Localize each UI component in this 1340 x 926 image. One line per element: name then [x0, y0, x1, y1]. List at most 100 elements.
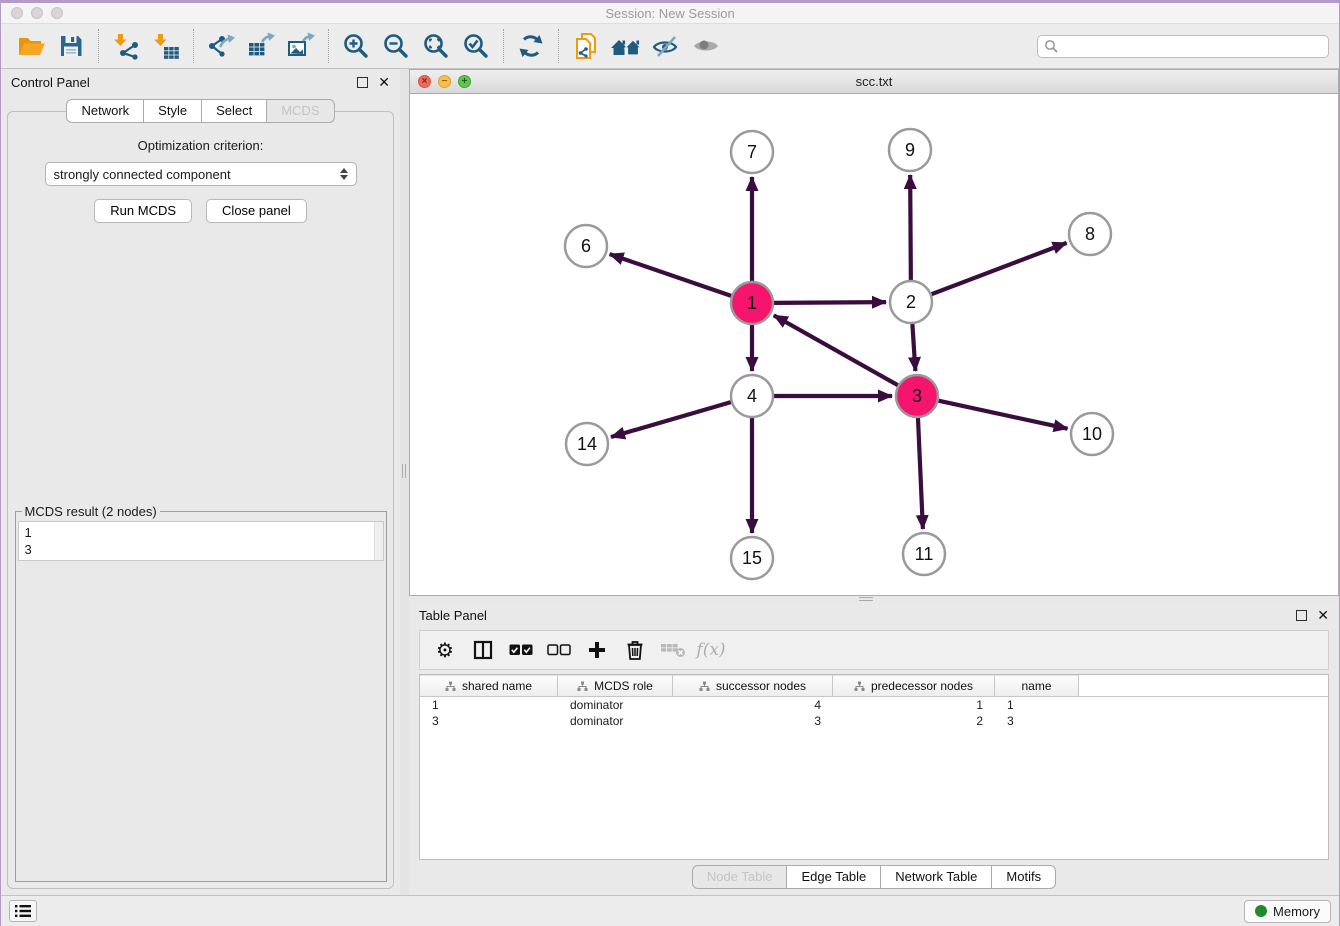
table-cell[interactable]: 1 — [420, 698, 558, 712]
refresh-view-button[interactable] — [511, 29, 551, 63]
float-table-panel-icon[interactable] — [1296, 610, 1307, 621]
deselect-all-rows-button[interactable] — [542, 635, 576, 665]
panel-splitter-vertical[interactable] — [400, 69, 409, 895]
graph-edge-3-11[interactable] — [918, 418, 923, 529]
tab-select[interactable]: Select — [201, 99, 267, 123]
table-header-row: shared name MCDS role successor nodesprede… — [420, 675, 1328, 697]
memory-button[interactable]: Memory — [1244, 900, 1331, 923]
tab-network-table[interactable]: Network Table — [880, 865, 992, 889]
tab-node-table[interactable]: Node Table — [692, 865, 788, 889]
show-all-button[interactable] — [686, 29, 726, 63]
copy-network-button[interactable] — [566, 29, 606, 63]
column-header-label: MCDS role — [594, 679, 653, 693]
graph-node-label: 3 — [912, 386, 922, 406]
search-input[interactable] — [1062, 39, 1322, 53]
graph-node-1[interactable]: 1 — [731, 282, 773, 324]
result-scrollbar[interactable] — [374, 522, 383, 560]
graph-edge-1-2[interactable] — [774, 302, 886, 303]
tab-network[interactable]: Network — [66, 99, 144, 123]
column-header-predecessor-nodes[interactable]: predecessor nodes — [833, 675, 995, 696]
import-table-button[interactable] — [146, 29, 186, 63]
panel-splitter-horizontal[interactable] — [409, 596, 1339, 602]
graph-node-4[interactable]: 4 — [731, 375, 773, 417]
network-canvas[interactable]: 7 9 6 8 1 2 4 3 14 10 15 11 — [410, 94, 1338, 595]
search-box[interactable] — [1037, 35, 1329, 58]
table-cell[interactable]: 1 — [995, 698, 1079, 712]
table-cell[interactable]: 4 — [673, 698, 833, 712]
table-settings-button[interactable]: ⚙ — [428, 635, 462, 665]
select-all-rows-button[interactable] — [504, 635, 538, 665]
table-cell[interactable]: 1 — [833, 698, 995, 712]
network-window-titlebar[interactable]: × − + scc.txt — [410, 70, 1338, 94]
table-cell[interactable]: dominator — [558, 714, 673, 728]
list-icon — [14, 904, 32, 918]
mcds-result-values: 1 3 — [19, 522, 383, 560]
graph-node-9[interactable]: 9 — [889, 129, 931, 171]
table-row[interactable]: 1dominator411 — [420, 697, 1328, 713]
zoom-selected-button[interactable] — [456, 29, 496, 63]
hide-selected-button[interactable] — [646, 29, 686, 63]
table-cell[interactable]: 3 — [995, 714, 1079, 728]
graph-edge-2-8[interactable] — [932, 243, 1067, 294]
graph-edge-4-14[interactable] — [611, 402, 731, 437]
run-mcds-button[interactable]: Run MCDS — [94, 199, 192, 223]
column-header-shared-name[interactable]: shared name — [420, 675, 558, 696]
table-cell[interactable]: dominator — [558, 698, 673, 712]
graph-node-label: 15 — [742, 548, 762, 568]
graph-edge-1-6[interactable] — [610, 254, 732, 296]
table-body: 1dominator4113dominator323 — [420, 697, 1328, 729]
table-row[interactable]: 3dominator323 — [420, 713, 1328, 729]
save-session-button[interactable] — [51, 29, 91, 63]
delete-columns-button[interactable] — [618, 635, 652, 665]
export-network-button[interactable] — [201, 29, 241, 63]
zoom-fit-button[interactable] — [416, 29, 456, 63]
close-panel-button[interactable]: Close panel — [206, 199, 307, 223]
table-cell[interactable]: 3 — [420, 714, 558, 728]
function-builder-button[interactable]: f(x) — [694, 635, 728, 665]
graph-node-3[interactable]: 3 — [896, 375, 938, 417]
column-header-successor-nodes[interactable]: successor nodes — [673, 675, 833, 696]
import-network-button[interactable] — [106, 29, 146, 63]
graph-node-6[interactable]: 6 — [565, 225, 607, 267]
graph-node-8[interactable]: 8 — [1069, 213, 1111, 255]
column-header-MCDS-role[interactable]: MCDS role — [558, 675, 673, 696]
graph-edge-3-1[interactable] — [774, 315, 898, 385]
table-cell[interactable]: 3 — [673, 714, 833, 728]
tab-mcds[interactable]: MCDS — [266, 99, 334, 123]
tab-motifs[interactable]: Motifs — [991, 865, 1056, 889]
graph-edge-2-9[interactable] — [910, 175, 911, 280]
task-history-button[interactable] — [9, 900, 37, 922]
export-table-button[interactable] — [241, 29, 281, 63]
float-panel-icon[interactable] — [357, 77, 368, 88]
graph-edge-2-3[interactable] — [912, 324, 915, 371]
tab-style[interactable]: Style — [143, 99, 202, 123]
graph-node-10[interactable]: 10 — [1071, 413, 1113, 455]
graph-node-14[interactable]: 14 — [566, 423, 608, 465]
optimization-criterion-select[interactable]: strongly connected component — [45, 162, 357, 186]
zoom-out-button[interactable] — [376, 29, 416, 63]
graph-node-11[interactable]: 11 — [903, 533, 945, 575]
table-toolbar: ⚙ — [419, 630, 1329, 670]
column-manager-button[interactable] — [466, 635, 500, 665]
table-cell[interactable]: 2 — [833, 714, 995, 728]
first-neighbors-button[interactable] — [606, 29, 646, 63]
add-column-button[interactable] — [580, 635, 614, 665]
export-table-icon — [246, 32, 276, 60]
tab-edge-table[interactable]: Edge Table — [786, 865, 881, 889]
column-type-icon — [577, 681, 588, 692]
delete-table-button[interactable] — [656, 635, 690, 665]
network-graph[interactable]: 7 9 6 8 1 2 4 3 14 10 15 11 — [410, 94, 1338, 594]
graph-edge-3-10[interactable] — [938, 401, 1067, 429]
graph-node-15[interactable]: 15 — [731, 537, 773, 579]
open-file-button[interactable] — [11, 29, 51, 63]
column-header-name[interactable]: name — [995, 675, 1079, 696]
graph-node-7[interactable]: 7 — [731, 131, 773, 173]
zoom-in-button[interactable] — [336, 29, 376, 63]
eye-icon — [691, 32, 721, 60]
mcds-result-list[interactable]: 1 3 — [18, 521, 384, 561]
graph-node-2[interactable]: 2 — [890, 281, 932, 323]
close-panel-icon[interactable]: ✕ — [378, 77, 390, 88]
export-image-button[interactable] — [281, 29, 321, 63]
close-table-panel-icon[interactable]: ✕ — [1317, 610, 1329, 621]
open-folder-icon — [16, 32, 46, 60]
